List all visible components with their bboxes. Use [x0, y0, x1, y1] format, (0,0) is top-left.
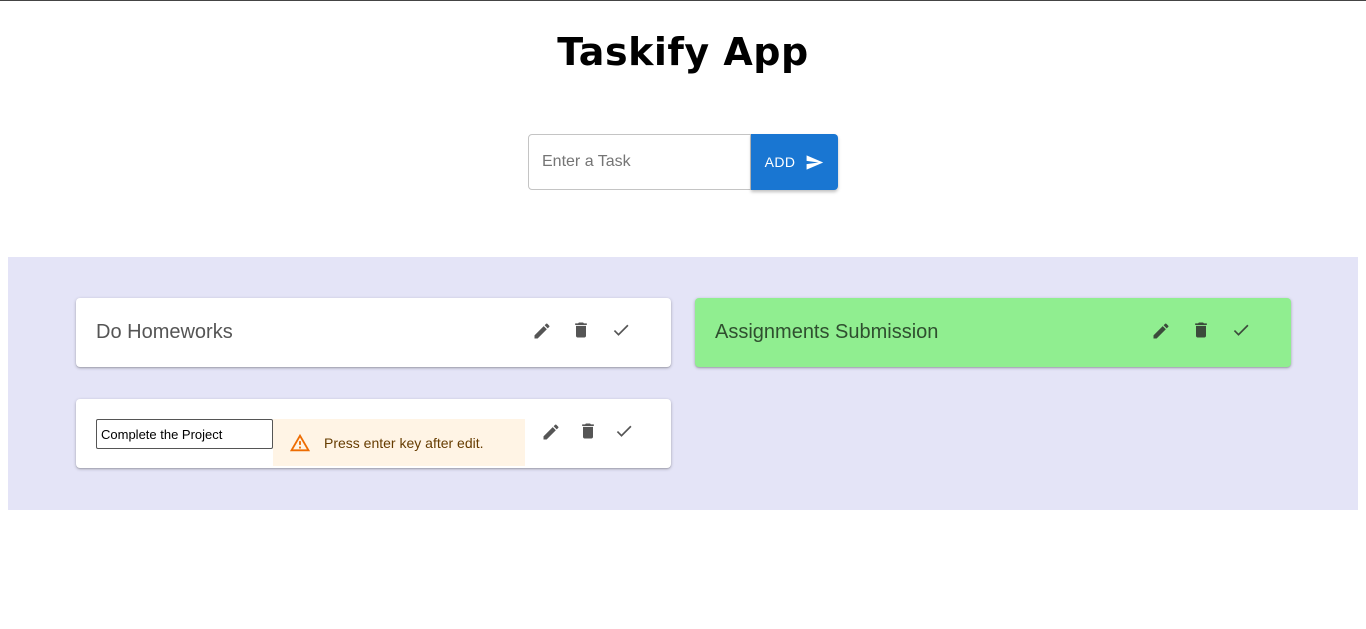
- complete-button[interactable]: [1229, 318, 1253, 342]
- pencil-icon: [1153, 323, 1169, 339]
- complete-button[interactable]: [612, 419, 636, 443]
- warning-triangle-icon: [289, 433, 311, 451]
- pencil-icon: [543, 424, 559, 440]
- trash-icon: [582, 423, 594, 439]
- task-card-done: Assignments Submission: [695, 298, 1291, 367]
- task-text: Do Homeworks: [96, 321, 233, 343]
- task-card-editing: Press enter key after edit.: [76, 399, 671, 468]
- trash-icon: [575, 322, 587, 338]
- edit-task-input[interactable]: [96, 419, 273, 449]
- add-button-label: ADD: [764, 154, 796, 170]
- app-title: Taskify App: [557, 30, 809, 74]
- edit-button[interactable]: [1149, 319, 1173, 343]
- add-button[interactable]: ADD: [751, 134, 838, 190]
- edit-button[interactable]: [530, 319, 554, 343]
- delete-button[interactable]: [1189, 318, 1213, 342]
- new-task-form: ADD: [528, 134, 838, 190]
- edit-alert: Press enter key after edit.: [273, 419, 525, 466]
- top-border: [0, 0, 1366, 1]
- check-icon: [616, 425, 632, 437]
- pencil-icon: [534, 323, 550, 339]
- delete-button[interactable]: [569, 318, 593, 342]
- task-board: Do Homeworks Assignments Submission Pres…: [8, 257, 1358, 510]
- send-icon: [806, 154, 824, 170]
- edit-button[interactable]: [539, 420, 563, 444]
- check-icon: [1233, 324, 1249, 336]
- trash-icon: [1195, 322, 1207, 338]
- complete-button[interactable]: [609, 318, 633, 342]
- task-text: Assignments Submission: [715, 321, 939, 343]
- alert-message: Press enter key after edit.: [324, 434, 484, 451]
- task-card: Do Homeworks: [76, 298, 671, 367]
- delete-button[interactable]: [576, 419, 600, 443]
- check-icon: [613, 324, 629, 336]
- task-input[interactable]: [528, 134, 751, 190]
